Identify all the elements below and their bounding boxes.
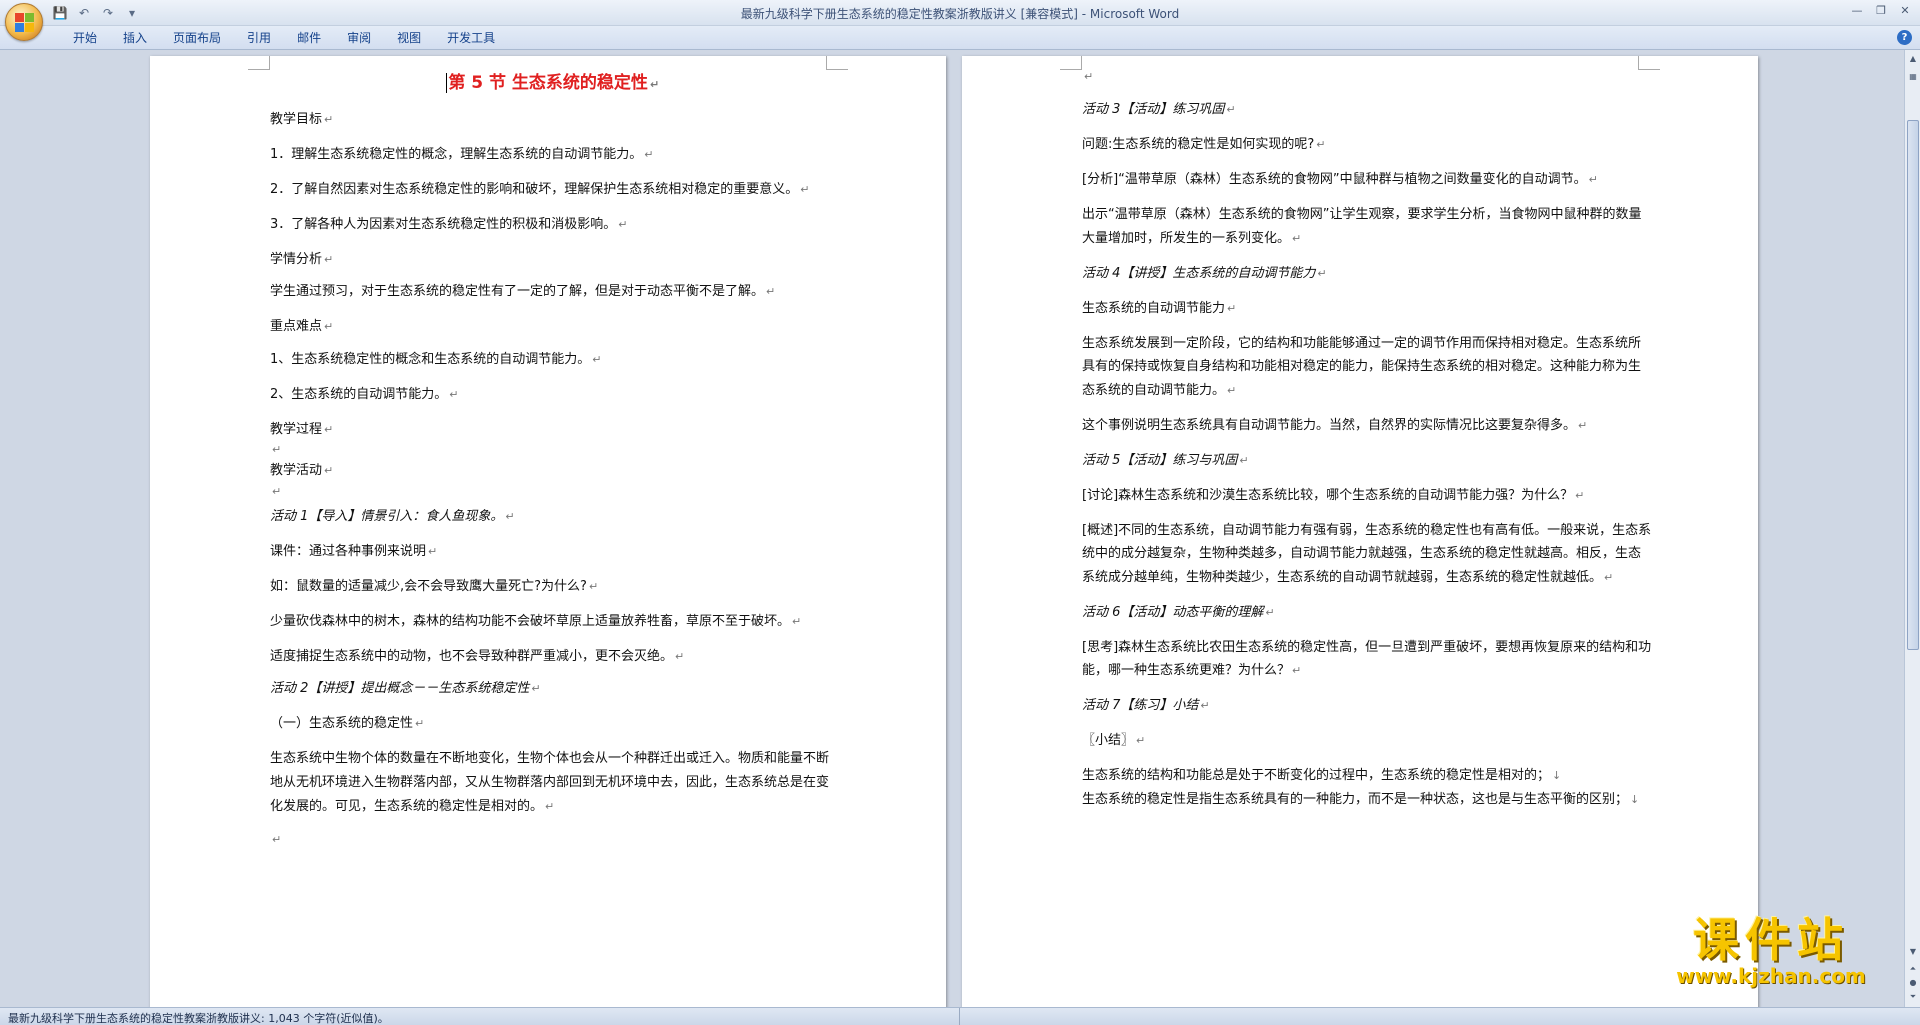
office-logo-icon — [15, 13, 35, 33]
tab-home[interactable]: 开始 — [60, 29, 110, 48]
tab-review[interactable]: 审阅 — [334, 29, 384, 48]
help-icon[interactable]: ? — [1897, 30, 1912, 45]
watermark-text: 课件站 — [1693, 913, 1849, 967]
paragraph: 活动 4【讲授】生态系统的自动调节能力 ↵ — [1082, 265, 1327, 281]
status-word-count[interactable]: 最新九级科学下册生态系统的稳定性教案浙教版讲义: 1,043 个字符(近似值)。 — [8, 1010, 389, 1025]
blank-paragraph: ↵ — [272, 443, 282, 456]
paragraph: 出示“温带草原（森林）生态系统的食物网”让学生观察，要求学生分析，当食物网中鼠种… — [1082, 207, 1642, 246]
paragraph: 教学目标 ↵ — [270, 112, 334, 127]
paragraph: [概述]不同的生态系统，自动调节能力有强有弱，生态系统的稳定性也有高有低。一般来… — [1082, 522, 1652, 585]
paragraph: 生态系统的自动调节能力 ↵ — [1082, 300, 1237, 316]
paragraph: 学情分析 ↵ — [270, 251, 334, 267]
tab-insert[interactable]: 插入 — [110, 29, 160, 48]
margin-corner-mark — [248, 56, 270, 70]
scroll-down-icon[interactable]: ▼ — [1906, 945, 1920, 959]
next-page-icon[interactable]: ⏷ — [1906, 990, 1920, 1004]
paragraph: 少量砍伐森林中的树木，森林的结构功能不会破坏草原上适量放养牲畜，草原不至于破坏。… — [270, 613, 802, 629]
paragraph: 学生通过预习，对于生态系统的稳定性有了一定的了解，但是对于动态平衡不是了解。 ↵ — [270, 284, 776, 299]
paragraph: 生态系统发展到一定阶段，它的结构和功能能够通过一定的调节作用而保持相对稳定。生态… — [1082, 335, 1642, 398]
paragraph: 活动 2【讲授】提出概念－－生态系统稳定性 ↵ — [270, 681, 541, 696]
document-page-left[interactable]: 第 5 节 生态系统的稳定性 ↵ 教学目标 ↵ 1．理解生态系统稳定性的概念，理解生… — [150, 56, 946, 1007]
tab-page-layout[interactable]: 页面布局 — [160, 29, 234, 48]
window-title: 最新九级科学下册生态系统的稳定性教案浙教版讲义 [兼容模式] - Microso… — [740, 7, 1180, 21]
blank-paragraph: ↵ — [272, 832, 282, 846]
paragraph: [讨论]森林生态系统和沙漠生态系统比较，哪个生态系统的自动调节能力强？为什么？ ↵ — [1082, 487, 1585, 503]
paragraph: 教学过程 ↵ — [270, 421, 334, 437]
paragraph: 活动 7【练习】小结 ↵ — [1082, 698, 1210, 713]
paragraph: 1、生态系统稳定性的概念和生态系统的自动调节能力。 ↵ — [270, 351, 602, 367]
document-page-right[interactable]: ↵ 活动 3【活动】练习巩固 ↵ 问题:生态系统的稳定性是如何实现的呢? ↵ [分析… — [962, 56, 1758, 1007]
status-divider — [959, 1008, 960, 1025]
paragraph: 2．了解自然因素对生态系统稳定性的影响和破坏，理解保护生态系统相对稳定的重要意义… — [270, 181, 810, 197]
paragraph: 适度捕捉生态系统中的动物，也不会导致种群严重减小，更不会灭绝。 ↵ — [270, 648, 685, 664]
watermark-url: www.kjzhan.com — [1676, 964, 1866, 988]
document-workspace: 第 5 节 生态系统的稳定性 ↵ 教学目标 ↵ 1．理解生态系统稳定性的概念，理解生… — [0, 50, 1904, 1007]
restore-icon[interactable]: ❐ — [1870, 2, 1892, 20]
title-bar: 💾 ↶ ↷ ▾ 最新九级科学下册生态系统的稳定性教案浙教版讲义 [兼容模式] -… — [0, 0, 1920, 41]
watermark-logo: 课件站 www.kjzhan.com — [1656, 915, 1886, 987]
paragraph: 生态系统的稳定性是指生态系统具有的一种能力，而不是一种状态，这也是与生态平衡的区… — [1082, 791, 1640, 807]
vertical-scrollbar[interactable]: ▲ ▦ ▼ ⏶ ● ⏷ — [1904, 50, 1920, 1007]
document-title: 第 5 节 生态系统的稳定性 ↵ — [270, 70, 835, 98]
tab-developer[interactable]: 开发工具 — [434, 29, 508, 48]
tab-references[interactable]: 引用 — [234, 29, 284, 48]
paragraph: 这个事例说明生态系统具有自动调节能力。当然，自然界的实际情况比这要复杂得多。 ↵ — [1082, 417, 1588, 433]
paragraph: 活动 1【导入】情景引入：食人鱼现象。 ↵ — [270, 508, 515, 524]
paragraph: 〖小结〗 ↵ — [1082, 733, 1146, 748]
paragraph: 教学活动 ↵ — [270, 463, 334, 478]
paragraph: 活动 3【活动】练习巩固 ↵ — [1082, 102, 1236, 117]
paragraph: 问题:生态系统的稳定性是如何实现的呢? ↵ — [1082, 137, 1326, 152]
ribbon-tabs: 开始 插入 页面布局 引用 邮件 审阅 视图 开发工具 — [60, 29, 508, 48]
paragraph: 如：鼠数量的适量减少,会不会导致鹰大量死亡?为什么? ↵ — [270, 578, 599, 594]
office-button[interactable] — [5, 3, 43, 41]
blank-paragraph: ↵ — [1084, 70, 1094, 83]
blank-paragraph: ↵ — [272, 484, 282, 498]
previous-page-icon[interactable]: ⏶ — [1906, 962, 1920, 976]
margin-corner-mark — [1060, 56, 1082, 70]
tab-mailings[interactable]: 邮件 — [284, 29, 334, 48]
minimize-icon[interactable]: — — [1846, 2, 1868, 20]
window-controls: — ❐ ✕ — [1846, 2, 1916, 20]
page-content-right[interactable]: ↵ 活动 3【活动】练习巩固 ↵ 问题:生态系统的稳定性是如何实现的呢? ↵ [分析… — [1082, 68, 1652, 811]
paragraph: [分析]“温带草原（森林）生态系统的食物网”中鼠种群与植物之间数量变化的自动调节… — [1082, 172, 1598, 187]
paragraph: 活动 5【活动】练习与巩固 ↵ — [1082, 452, 1249, 468]
margin-corner-mark — [826, 56, 848, 70]
tab-view[interactable]: 视图 — [384, 29, 434, 48]
paragraph: 重点难点 ↵ — [270, 319, 334, 334]
ruler-toggle-icon[interactable]: ▦ — [1906, 70, 1920, 84]
scrollbar-thumb[interactable] — [1907, 120, 1919, 650]
paragraph: 1．理解生态系统稳定性的概念，理解生态系统的自动调节能力。 ↵ — [270, 146, 654, 162]
paragraph: [思考]森林生态系统比农田生态系统的稳定性高，但一旦遭到严重破坏，要想再恢复原来… — [1082, 639, 1652, 679]
status-bar: 最新九级科学下册生态系统的稳定性教案浙教版讲义: 1,043 个字符(近似值)。 — [0, 1007, 1920, 1025]
scroll-up-icon[interactable]: ▲ — [1906, 52, 1920, 66]
close-icon[interactable]: ✕ — [1894, 2, 1916, 20]
paragraph: 生态系统中生物个体的数量在不断地变化，生物个体也会从一个种群迁出或迁入。物质和能… — [270, 751, 830, 814]
paragraph: （一）生态系统的稳定性 ↵ — [270, 716, 425, 731]
select-browse-object-icon[interactable]: ● — [1906, 976, 1920, 990]
paragraph: 生态系统的结构和功能总是处于不断变化的过程中，生态系统的稳定性是相对的； ↓ — [1082, 768, 1562, 783]
paragraph: 3．了解各种人为因素对生态系统稳定性的积极和消极影响。 ↵ — [270, 216, 628, 232]
ribbon-tab-bar: 开始 插入 页面布局 引用 邮件 审阅 视图 开发工具 ? — [0, 26, 1920, 50]
paragraph: 2、生态系统的自动调节能力。 ↵ — [270, 386, 459, 402]
paragraph: 活动 6【活动】动态平衡的理解 ↵ — [1082, 604, 1275, 620]
paragraph: 课件：通过各种事例来说明 ↵ — [270, 543, 438, 559]
page-content-left[interactable]: 第 5 节 生态系统的稳定性 ↵ 教学目标 ↵ 1．理解生态系统稳定性的概念，理解生… — [270, 70, 835, 849]
